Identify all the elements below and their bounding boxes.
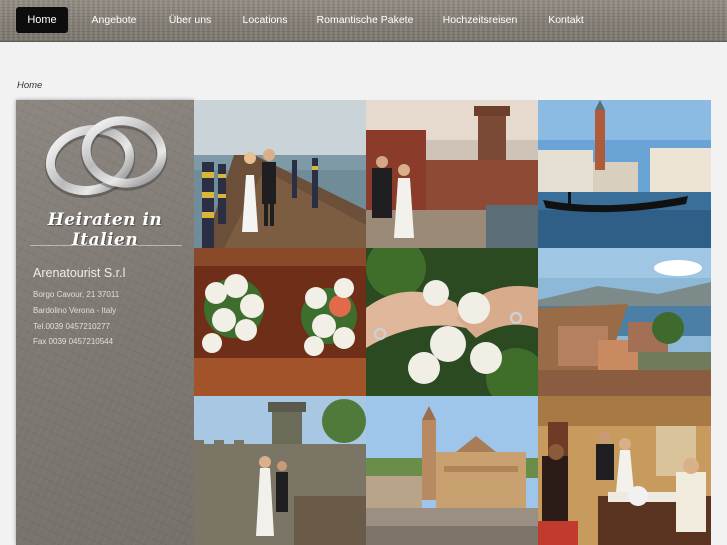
bouquet-photo[interactable] — [194, 248, 366, 396]
castle-tower-couple-photo[interactable] — [194, 396, 366, 545]
fax-line: Fax 0039 0457210544 — [33, 337, 114, 346]
rings-hands-photo[interactable] — [366, 248, 538, 396]
cathedral-photo[interactable] — [366, 396, 538, 545]
castle-couple-photo[interactable] — [366, 100, 538, 248]
nav-item-romantische-pakete[interactable]: Romantische Pakete — [310, 7, 420, 33]
nav-item-home[interactable]: Home — [16, 7, 68, 33]
nav-item-hochzeitsreisen[interactable]: Hochzeitsreisen — [434, 7, 526, 33]
ceremony-hall-photo[interactable] — [538, 396, 711, 545]
venice-gondola-photo[interactable] — [538, 100, 711, 248]
nav-item-kontakt[interactable]: Kontakt — [540, 7, 592, 33]
nav-item-ueber-uns[interactable]: Über uns — [160, 7, 220, 33]
logo-text[interactable]: Heiraten in Italien — [16, 210, 194, 250]
photo-gallery — [194, 100, 711, 545]
wedding-rings-logo — [42, 114, 170, 209]
lake-garda-view-photo[interactable] — [538, 248, 711, 396]
pier-couple-photo[interactable] — [194, 100, 366, 248]
address-line: Borgo Cavour, 21 37011 — [33, 290, 120, 299]
breadcrumb[interactable]: Home — [17, 80, 42, 91]
company-name: Arenatourist S.r.l — [33, 266, 126, 280]
sidebar: Heiraten in Italien Arenatourist S.r.l B… — [16, 100, 194, 545]
top-navigation-bar: Home Angebote Über uns Locations Romanti… — [0, 0, 727, 42]
nav-item-locations[interactable]: Locations — [234, 7, 296, 33]
sidebar-divider — [30, 245, 182, 246]
address-line: Bardolino Verona - Italy — [33, 306, 117, 315]
phone-line: Tel.0039 0457210277 — [33, 322, 110, 331]
nav-item-angebote[interactable]: Angebote — [82, 7, 146, 33]
